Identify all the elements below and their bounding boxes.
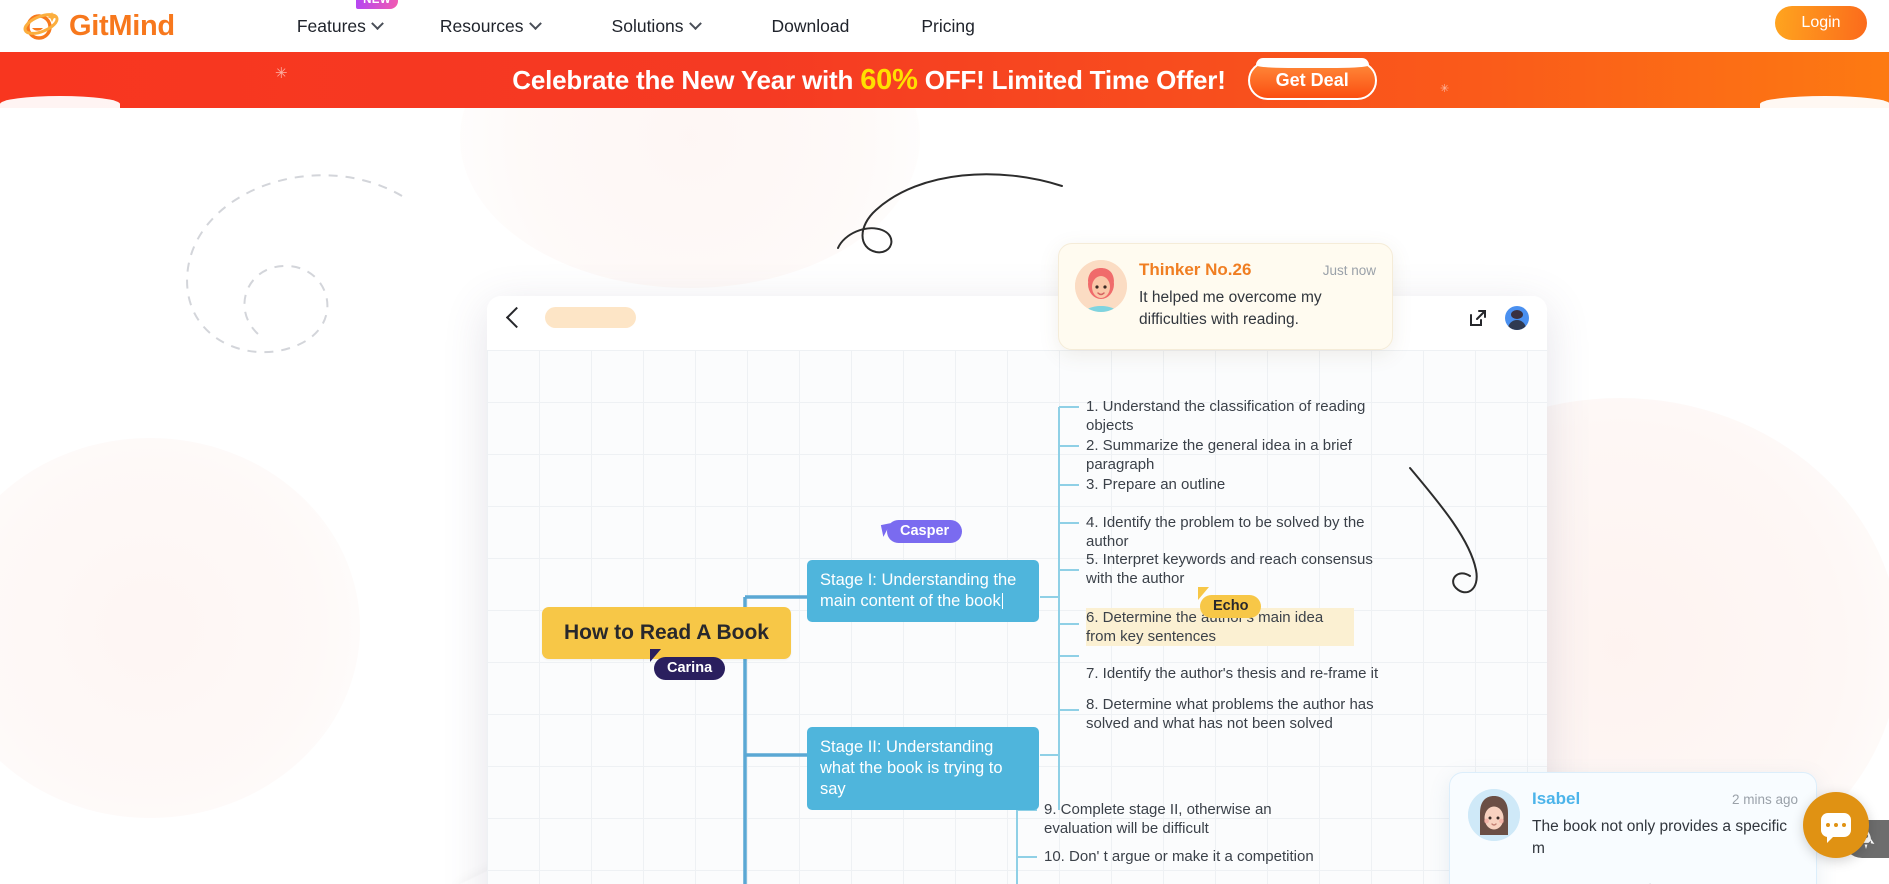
- snowflake-icon: ✳: [275, 65, 288, 82]
- nav-item-resources[interactable]: Resources: [404, 0, 576, 52]
- mindmap-leaf-7[interactable]: 7. Identify the author's thesis and re-f…: [1086, 664, 1378, 683]
- mindmap-leaf-2[interactable]: 2. Summarize the general idea in a brief…: [1086, 436, 1386, 474]
- chevron-down-icon: [528, 16, 542, 30]
- promo-text-before: Celebrate the New Year with: [512, 64, 861, 95]
- comment-header: Isabel 2 mins ago: [1532, 789, 1798, 809]
- comment-body: Isabel 2 mins ago The book not only prov…: [1532, 789, 1798, 884]
- mindmap-stage-1-node[interactable]: Stage I: Understanding the main content …: [807, 560, 1039, 622]
- promotion-banner: ✳ ✳ ✳ Celebrate the New Year with 60% OF…: [0, 52, 1889, 108]
- mindmap-leaf-10[interactable]: 10. Don' t argue or make it a competitio…: [1044, 847, 1314, 866]
- stage-1-label: Stage I: Understanding the main content …: [820, 571, 1017, 610]
- mindmap-root-node[interactable]: How to Read A Book: [542, 607, 791, 659]
- mindmap-leaf-1[interactable]: 1. Understand the classification of read…: [1086, 397, 1386, 435]
- mindmap-leaf-8[interactable]: 8. Determine what problems the author ha…: [1086, 695, 1382, 733]
- comment-author-name: Isabel: [1532, 789, 1581, 808]
- login-button[interactable]: Login: [1775, 6, 1867, 40]
- cursor-tag-casper: Casper: [880, 520, 963, 543]
- chevron-down-icon: [371, 16, 384, 30]
- mindmap-stage-2-node[interactable]: Stage II: Understanding what the book is…: [807, 727, 1039, 810]
- mindmap-leaf-3[interactable]: 3. Prepare an outline: [1086, 475, 1225, 494]
- comment-timestamp: 2 mins ago: [1731, 792, 1798, 807]
- snow-decoration: [0, 96, 120, 108]
- comment-text: The book not only provides a specific m: [1532, 818, 1788, 857]
- nav-item-label: Features: [296, 15, 366, 36]
- comment-timestamp: Just now: [1322, 263, 1376, 278]
- get-deal-label: Get Deal: [1275, 69, 1349, 90]
- cursor-name: Echo: [1213, 598, 1249, 614]
- woman-brown-hair-avatar-icon: [1468, 789, 1520, 841]
- cursor-name: Casper: [900, 523, 950, 539]
- mindmap-canvas[interactable]: How to Read A Book Stage I: Understandin…: [487, 350, 1547, 884]
- snow-cap-decoration: [1255, 57, 1369, 68]
- background-blob: [460, 108, 920, 288]
- snow-decoration: [1760, 96, 1889, 108]
- nav-links: Features NEW Resources Solutions Downloa…: [275, 0, 1011, 52]
- nav-item-solutions[interactable]: Solutions: [576, 0, 736, 52]
- comment-body: Thinker No.26 Just now It helped me over…: [1139, 260, 1376, 331]
- nav-item-label: Solutions: [611, 15, 684, 36]
- chevron-down-icon: [688, 16, 702, 30]
- promo-text-after: OFF! Limited Time Offer!: [917, 64, 1226, 95]
- cursor-pointer-icon: [650, 649, 661, 662]
- nav-item-label: Download: [771, 15, 850, 36]
- chat-bubble-icon: [1821, 813, 1851, 843]
- hero-section: How to Read A Book Stage I: Understandin…: [0, 108, 1889, 884]
- mindmap-leaf-9[interactable]: 9. Complete stage II, otherwise an evalu…: [1044, 800, 1304, 838]
- nav-item-label: Pricing: [921, 15, 975, 36]
- gitmind-planet-logo-icon: [22, 8, 60, 44]
- comment-header: Thinker No.26 Just now: [1139, 260, 1376, 280]
- cursor-pointer-icon: [880, 523, 894, 537]
- cursor-tag-echo: Echo: [1198, 587, 1262, 618]
- stage-2-label: Stage II: Understanding what the book is…: [820, 738, 1003, 798]
- cursor-name: Carina: [667, 660, 713, 676]
- comment-text: It helped me overcome my difficulties wi…: [1139, 289, 1322, 328]
- mindmap-leaf-5[interactable]: 5. Interpret keywords and reach consensu…: [1086, 550, 1378, 588]
- dashed-swirl-decoration: [186, 174, 403, 354]
- brand-name: GitMind: [69, 9, 175, 42]
- text-cursor: [1001, 593, 1004, 609]
- mindmap-leaf-4[interactable]: 4. Identify the problem to be solved by …: [1086, 513, 1386, 551]
- woman-pink-hair-avatar-icon: [1075, 260, 1127, 312]
- comment-card-isabel[interactable]: Isabel 2 mins ago The book not only prov…: [1449, 772, 1817, 884]
- brand-logo-group[interactable]: GitMind: [22, 8, 175, 44]
- document-title-placeholder[interactable]: [545, 307, 636, 328]
- top-navigation-bar: GitMind Features NEW Resources Solutions…: [0, 0, 1889, 52]
- snowflake-icon: ✳: [1440, 83, 1450, 95]
- comment-author-name: Thinker No.26: [1139, 260, 1252, 279]
- comment-card-thinker[interactable]: Thinker No.26 Just now It helped me over…: [1058, 243, 1393, 350]
- background-blob: [0, 438, 360, 818]
- chevron-left-icon[interactable]: [505, 306, 528, 329]
- nav-item-features[interactable]: Features NEW: [275, 0, 404, 52]
- chat-support-button[interactable]: [1803, 792, 1869, 858]
- user-avatar-icon[interactable]: [1505, 306, 1529, 330]
- get-deal-button[interactable]: Get Deal: [1247, 57, 1377, 100]
- external-link-icon[interactable]: [1467, 307, 1489, 329]
- mindmap-card: How to Read A Book Stage I: Understandin…: [487, 296, 1547, 884]
- promo-text: Celebrate the New Year with 60% OFF! Lim…: [512, 63, 1226, 97]
- nav-item-download[interactable]: Download: [736, 0, 886, 52]
- cursor-tag-carina: Carina: [650, 649, 726, 680]
- promo-discount: 60%: [860, 63, 918, 96]
- new-badge: NEW: [356, 0, 398, 9]
- cursor-pointer-icon: [1198, 587, 1209, 600]
- nav-item-label: Resources: [439, 15, 524, 36]
- nav-item-pricing[interactable]: Pricing: [885, 0, 1011, 52]
